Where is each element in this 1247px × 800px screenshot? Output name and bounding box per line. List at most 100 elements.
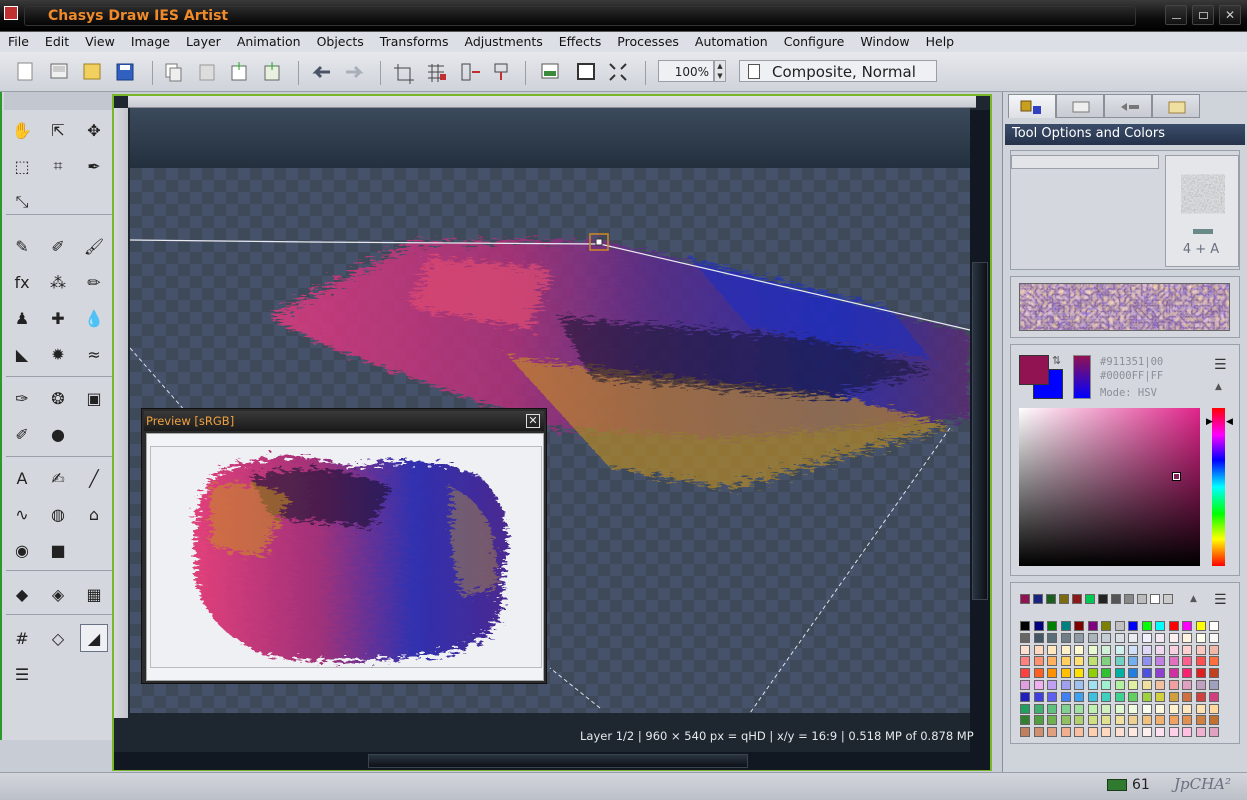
copy-icon[interactable] [165,63,182,82]
texture-swatch[interactable] [1019,283,1230,331]
palette-color-swatch[interactable] [1168,656,1179,667]
palette-color-swatch[interactable] [1047,691,1057,702]
palette-color-swatch[interactable] [1114,656,1125,667]
pipette-icon[interactable]: ✏ [80,268,108,296]
cone-icon[interactable]: ◣ [8,340,36,368]
palette-color-swatch[interactable] [1074,715,1084,726]
color-mode[interactable]: Mode: HSV [1100,387,1157,399]
palette-icon[interactable]: ❂ [44,384,72,412]
palette-color-swatch[interactable] [1155,715,1165,726]
close-button[interactable]: ✕ [1219,5,1241,25]
recent-color-swatch[interactable] [1072,594,1082,604]
palette-color-swatch[interactable] [1209,644,1219,655]
palette-color-swatch[interactable] [1209,632,1219,643]
resize-icon[interactable]: ⤡ [8,188,36,216]
palette-color-swatch[interactable] [1020,680,1030,690]
wave-icon[interactable]: ≈ [80,340,108,368]
palette-color-swatch[interactable] [1074,680,1084,690]
palette-color-swatch[interactable] [1155,680,1165,690]
palette-color-swatch[interactable] [1087,715,1098,726]
palette-color-swatch[interactable] [1128,656,1138,667]
palette-color-swatch[interactable] [1101,680,1111,690]
palette-color-swatch[interactable] [1168,668,1179,679]
select-icon[interactable]: ⬚ [8,152,36,180]
menu-configure[interactable]: Configure [776,32,853,52]
palette-color-swatch[interactable] [1101,668,1111,679]
palette-color-swatch[interactable] [1195,644,1206,655]
recent-color-swatch[interactable] [1020,594,1030,604]
palette-color-swatch[interactable] [1047,715,1057,726]
palette-color-swatch[interactable] [1047,656,1057,667]
swap-colors-icon[interactable]: ⇅ [1052,354,1061,367]
recent-color-swatch[interactable] [1033,594,1043,604]
palette-color-swatch[interactable] [1074,691,1084,702]
maximize-button[interactable] [1192,5,1214,25]
open-icon[interactable] [50,63,68,79]
recent-color-swatch[interactable] [1137,594,1147,604]
palette-color-swatch[interactable] [1087,703,1098,714]
picture-icon[interactable]: ▣ [80,384,108,412]
tab-tool-options[interactable] [1008,94,1056,118]
palette-color-swatch[interactable] [1168,703,1179,714]
palette-color-swatch[interactable] [1209,727,1219,738]
add-layer-icon[interactable]: + [264,59,280,81]
palette-color-swatch[interactable] [1074,727,1084,738]
palette-color-swatch[interactable] [1195,727,1206,738]
cube-icon[interactable]: ■ [44,536,72,564]
eraser-icon[interactable]: ◢ [80,624,108,652]
palette-color-swatch[interactable] [1182,668,1192,679]
eyedropper-icon[interactable]: ✒ [80,152,108,180]
move-icon[interactable] [494,63,508,80]
palette-color-swatch[interactable] [1195,656,1206,667]
tab-layers[interactable] [1056,94,1104,118]
calligraphy-icon[interactable]: ✍ [44,464,72,492]
palette-color-swatch[interactable] [1168,621,1179,631]
warp-icon[interactable]: ⌂ [80,500,108,528]
browse-icon[interactable] [83,63,101,80]
collapse-icon[interactable]: ▲ [1215,382,1222,392]
palette-color-swatch[interactable] [1020,632,1030,643]
palette-color-swatch[interactable] [1195,668,1206,679]
color-menu-icon[interactable]: ☰ [1214,357,1227,373]
pencil-icon[interactable]: ✎ [8,232,36,260]
palette-color-swatch[interactable] [1209,680,1219,690]
palette-color-swatch[interactable] [1033,715,1044,726]
palette-color-swatch[interactable] [1141,644,1152,655]
recent-color-swatch[interactable] [1085,594,1095,604]
drop-icon[interactable]: 💧 [80,304,108,332]
fill-icon[interactable]: ◆ [8,580,36,608]
palette-color-swatch[interactable] [1047,680,1057,690]
palette-color-swatch[interactable] [1209,656,1219,667]
horizontal-scroll-thumb[interactable] [368,754,748,768]
title-bar[interactable]: Chasys Draw IES Artist ✕ [0,0,1247,32]
palette-color-swatch[interactable] [1128,668,1138,679]
palette-color-swatch[interactable] [1141,715,1152,726]
splat-icon[interactable]: ✹ [44,340,72,368]
save-icon[interactable] [116,63,134,81]
palette-color-swatch[interactable] [1195,680,1206,690]
palette-color-swatch[interactable] [1182,644,1192,655]
palette-color-swatch[interactable] [1033,632,1044,643]
palette-color-swatch[interactable] [1101,632,1111,643]
recent-color-swatch[interactable] [1046,594,1056,604]
palette-color-swatch[interactable] [1087,668,1098,679]
palette-color-swatch[interactable] [1155,727,1165,738]
palette-color-swatch[interactable] [1168,632,1179,643]
preview-window[interactable]: Preview [sRGB] ✕ [141,408,547,684]
palette-color-swatch[interactable] [1155,632,1165,643]
recent-color-swatch[interactable] [1150,594,1160,604]
transform-handle-point[interactable] [595,238,603,246]
grid-warp-icon[interactable]: # [8,624,36,652]
secondary-color-value[interactable]: #0000FF|FF [1100,370,1163,382]
palette-color-swatch[interactable] [1033,656,1044,667]
palette-color-swatch[interactable] [1114,680,1125,690]
recent-color-swatch[interactable] [1059,594,1069,604]
palette-color-swatch[interactable] [1141,621,1152,631]
zoom-stepper[interactable]: ▲ ▼ [714,60,726,82]
palette-color-swatch[interactable] [1128,691,1138,702]
pen-blue-icon[interactable]: ✐ [8,420,36,448]
palette-color-swatch[interactable] [1182,691,1192,702]
palette-color-swatch[interactable] [1128,621,1138,631]
preview-close-icon[interactable]: ✕ [526,414,540,428]
pen-icon[interactable]: ✐ [44,232,72,260]
